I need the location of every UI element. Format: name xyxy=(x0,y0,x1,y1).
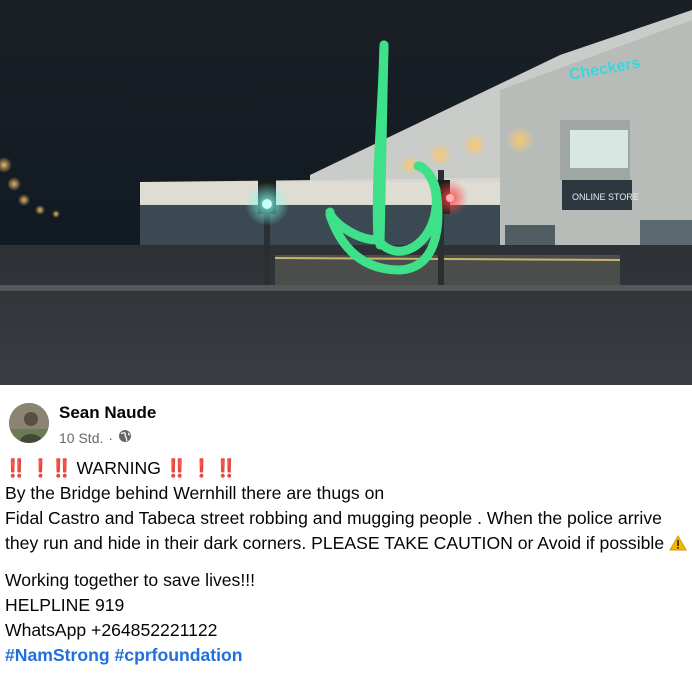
author-name[interactable]: Sean Naude xyxy=(59,403,156,423)
globe-icon[interactable] xyxy=(118,429,132,446)
post-body: ‼️ ❗‼️ WARNING ‼️ ❗ ‼️ By the Bridge beh… xyxy=(5,456,687,668)
helpline-line: HELPLINE 919 xyxy=(5,595,125,615)
warning-word: WARNING xyxy=(76,458,161,478)
warning-line: ‼️ ❗‼️ WARNING ‼️ ❗ ‼️ xyxy=(5,456,687,481)
whatsapp-line: WhatsApp +264852221122 xyxy=(5,620,218,640)
avatar[interactable] xyxy=(9,403,49,443)
closing-line: Working together to save lives!!! xyxy=(5,570,256,590)
svg-text:ONLINE STORE: ONLINE STORE xyxy=(572,192,639,202)
warning-suffix: ‼️ ❗ ‼️ xyxy=(165,458,237,478)
post-photo[interactable]: ONLINE STORE Checkers xyxy=(0,0,692,385)
body-line-1: By the Bridge behind Wernhill there are … xyxy=(5,483,385,503)
body-line-2-text: Fidal Castro and Tabeca street robbing a… xyxy=(5,508,665,553)
hashtag-cprfoundation[interactable]: #cprfoundation xyxy=(115,645,243,665)
hashtag-namstrong[interactable]: #NamStrong xyxy=(5,645,110,665)
post-time[interactable]: 10 Std. xyxy=(59,430,103,446)
warning-sign-icon xyxy=(669,533,687,558)
profile-picture xyxy=(9,403,49,443)
night-street-photo: ONLINE STORE Checkers xyxy=(0,0,692,385)
post-meta: 10 Std. · xyxy=(59,429,132,446)
warning-prefix: ‼️ ❗‼️ xyxy=(5,458,73,478)
hashtags: #NamStrong #cprfoundation xyxy=(5,643,687,668)
body-line-2: Fidal Castro and Tabeca street robbing a… xyxy=(5,506,687,558)
meta-separator: · xyxy=(108,429,114,446)
